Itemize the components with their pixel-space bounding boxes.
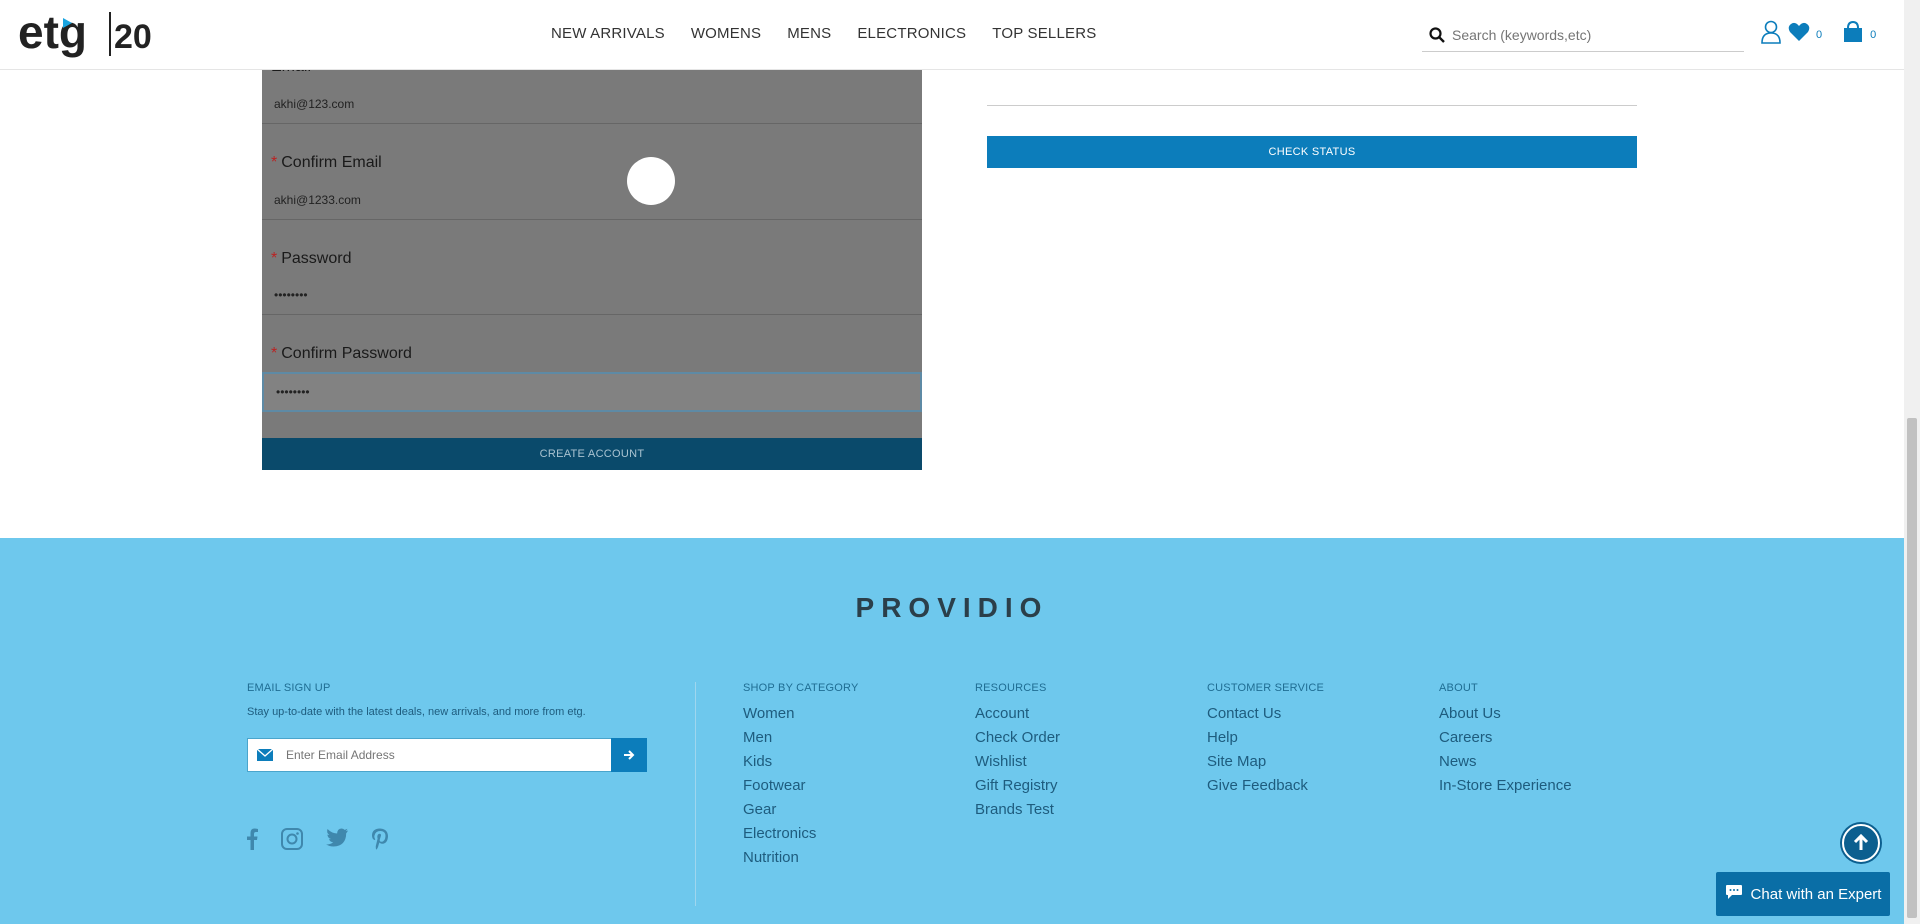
about-list: About Us Careers News In-Store Experienc…	[1439, 704, 1572, 800]
footer-link-brands-test[interactable]: Brands Test	[975, 800, 1060, 824]
footer-link-give-feedback[interactable]: Give Feedback	[1207, 776, 1308, 800]
scrollbar-thumb[interactable]	[1907, 418, 1917, 918]
resources-list: Account Check Order Wishlist Gift Regist…	[975, 704, 1060, 824]
resources-heading: RESOURCES	[975, 682, 1047, 694]
twitter-icon[interactable]	[325, 828, 349, 855]
email-signup-input[interactable]	[282, 748, 602, 762]
create-account-button[interactable]: CREATE ACCOUNT	[262, 438, 922, 470]
footer-link-electronics[interactable]: Electronics	[743, 824, 816, 848]
heart-icon[interactable]	[1788, 22, 1810, 47]
password-field[interactable]: ••••••••	[262, 275, 922, 315]
logo-badge: 20	[114, 18, 152, 56]
footer-link-contact-us[interactable]: Contact Us	[1207, 704, 1308, 728]
about-heading: ABOUT	[1439, 682, 1478, 694]
confirm-email-label: * Confirm Email	[271, 154, 382, 171]
wishlist-count: 0	[1816, 28, 1823, 41]
nav-electronics[interactable]: ELECTRONICS	[857, 25, 966, 42]
nav-mens[interactable]: MENS	[787, 25, 831, 42]
nav-womens[interactable]: WOMENS	[691, 25, 761, 42]
check-status-button[interactable]: CHECK STATUS	[987, 136, 1637, 168]
back-to-top-button[interactable]	[1842, 824, 1880, 862]
pinterest-icon[interactable]	[371, 828, 389, 855]
footer-link-kids[interactable]: Kids	[743, 752, 816, 776]
nav-top-sellers[interactable]: TOP SELLERS	[992, 25, 1096, 42]
footer-link-gift-registry[interactable]: Gift Registry	[975, 776, 1060, 800]
social-links	[245, 828, 389, 855]
footer-divider	[695, 682, 696, 906]
chat-with-expert-button[interactable]: Chat with an Expert	[1716, 872, 1890, 916]
cursor-indicator	[627, 157, 675, 205]
footer-link-nutrition[interactable]: Nutrition	[743, 848, 816, 872]
footer-link-check-order[interactable]: Check Order	[975, 728, 1060, 752]
shop-by-category-heading: SHOP BY CATEGORY	[743, 682, 859, 694]
site-footer: PROVIDIO EMAIL SIGN UP Stay up-to-date w…	[0, 538, 1904, 924]
customer-service-list: Contact Us Help Site Map Give Feedback	[1207, 704, 1308, 800]
footer-link-careers[interactable]: Careers	[1439, 728, 1572, 752]
password-label: * Password	[271, 250, 352, 267]
chat-bubble-icon	[1725, 884, 1743, 904]
search-bar	[1422, 18, 1744, 52]
email-signup-description: Stay up-to-date with the latest deals, n…	[247, 706, 586, 718]
confirm-email-field[interactable]: akhi@1233.com	[262, 180, 922, 220]
footer-link-in-store-experience[interactable]: In-Store Experience	[1439, 776, 1572, 800]
main-nav: NEW ARRIVALS WOMENS MENS ELECTRONICS TOP…	[551, 25, 1096, 42]
create-account-form: Email akhi@123.com *Confirm Email akhi@1…	[262, 58, 922, 470]
logo-text: etg	[18, 6, 87, 58]
footer-link-gear[interactable]: Gear	[743, 800, 816, 824]
footer-link-about-us[interactable]: About Us	[1439, 704, 1572, 728]
cart-count: 0	[1870, 28, 1877, 41]
email-signup-heading: EMAIL SIGN UP	[247, 682, 331, 694]
email-signup-form	[247, 738, 647, 772]
search-input[interactable]	[1452, 26, 1732, 43]
envelope-icon	[248, 739, 282, 771]
customer-service-heading: CUSTOMER SERVICE	[1207, 682, 1325, 694]
footer-link-women[interactable]: Women	[743, 704, 816, 728]
chat-label: Chat with an Expert	[1750, 885, 1882, 903]
page-scrollbar[interactable]	[1904, 0, 1920, 924]
site-header: etg 20 NEW ARRIVALS WOMENS MENS ELECTRON…	[0, 0, 1904, 70]
facebook-icon[interactable]	[245, 828, 259, 855]
footer-link-wishlist[interactable]: Wishlist	[975, 752, 1060, 776]
instagram-icon[interactable]	[281, 828, 303, 855]
bag-icon[interactable]	[1842, 20, 1864, 48]
header-icons: 0 0	[1760, 20, 1890, 49]
nav-new-arrivals[interactable]: NEW ARRIVALS	[551, 25, 665, 42]
arrow-up-icon	[1853, 834, 1869, 850]
search-icon[interactable]	[1422, 20, 1452, 50]
footer-link-news[interactable]: News	[1439, 752, 1572, 776]
page: etg 20 NEW ARRIVALS WOMENS MENS ELECTRON…	[0, 0, 1904, 924]
footer-link-account[interactable]: Account	[975, 704, 1060, 728]
confirm-password-field[interactable]: ••••••••	[262, 372, 922, 412]
email-submit-button[interactable]	[611, 738, 647, 772]
confirm-password-label: * Confirm Password	[271, 345, 412, 362]
footer-brand: PROVIDIO	[855, 592, 1049, 623]
status-field-underline	[987, 105, 1637, 106]
footer-link-help[interactable]: Help	[1207, 728, 1308, 752]
email-field[interactable]: akhi@123.com	[262, 84, 922, 124]
etg-logo[interactable]: etg 20	[18, 6, 158, 66]
arrow-right-icon	[624, 750, 635, 760]
user-icon[interactable]	[1760, 20, 1782, 49]
footer-link-footwear[interactable]: Footwear	[743, 776, 816, 800]
footer-link-site-map[interactable]: Site Map	[1207, 752, 1308, 776]
footer-link-men[interactable]: Men	[743, 728, 816, 752]
shop-by-category-list: Women Men Kids Footwear Gear Electronics…	[743, 704, 816, 872]
